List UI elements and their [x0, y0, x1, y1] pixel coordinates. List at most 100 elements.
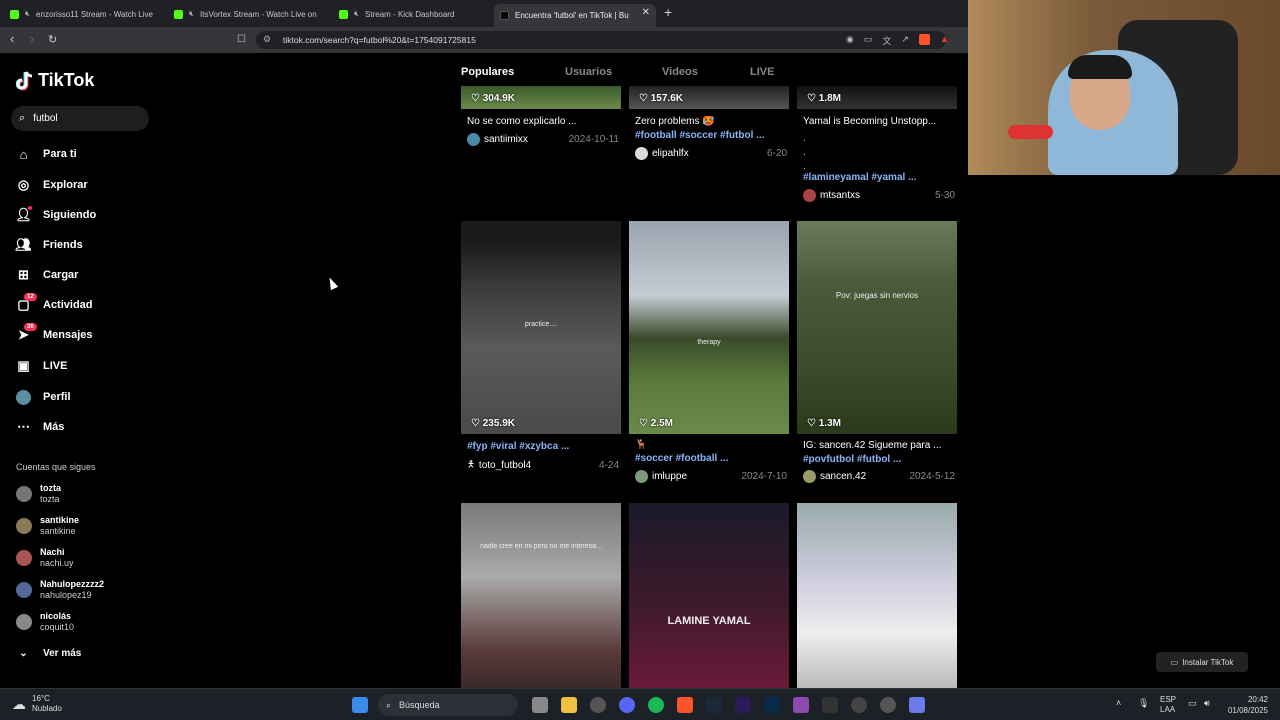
app-icon[interactable]	[590, 697, 606, 713]
sidebar-item-mas[interactable]: ⋯ Más	[16, 416, 156, 438]
app-icon[interactable]	[909, 697, 925, 713]
sidebar-item-actividad[interactable]: ▢ 12 Actividad	[16, 292, 156, 316]
video-author[interactable]: imluppe	[652, 471, 687, 482]
share-icon[interactable]: ↗	[901, 34, 909, 47]
app-icon[interactable]	[822, 697, 838, 713]
browser-tab-1[interactable]: 🔇︎ enzorisso11 Stream - Watch Live	[4, 4, 162, 24]
install-tiktok-button[interactable]: ▭ Instalar TikTok	[1156, 652, 1248, 672]
video-thumbnail[interactable]: LAMINE YAMAL	[629, 503, 789, 688]
see-more-button[interactable]: ⌄ Ver más	[16, 642, 156, 664]
video-card[interactable]: nadie cree en mi pero no me interesa...	[461, 503, 621, 688]
browser-tab-3[interactable]: 🔇︎ Stream - Kick Dashboard	[333, 4, 491, 24]
discord-icon[interactable]	[619, 697, 635, 713]
spotify-icon[interactable]	[648, 697, 664, 713]
sidebar-item-explorar[interactable]: ◎ Explorar	[16, 174, 156, 196]
video-hashtags[interactable]: #lamineyamal #yamal ...	[803, 172, 959, 183]
video-thumbnail[interactable]	[797, 503, 957, 688]
taskbar-search[interactable]: ⌕ Búsqueda	[378, 694, 518, 716]
video-author[interactable]: elipahlfx	[652, 148, 689, 159]
photoshop-icon[interactable]	[764, 697, 780, 713]
browser-tab-2[interactable]: 🔇︎ ItsVortex Stream - Watch Live on	[168, 4, 326, 24]
language-indicator[interactable]: ESP LAA	[1160, 695, 1176, 715]
following-account[interactable]: nicolás coquit10	[16, 609, 74, 635]
video-hashtags[interactable]: #football #soccer #futbol ...	[635, 130, 791, 141]
cast-icon[interactable]: ▭	[864, 34, 873, 47]
weather-widget[interactable]: ☁ 16°C Nublado	[12, 694, 62, 714]
avatar[interactable]	[803, 189, 816, 202]
video-author[interactable]: sancen.42	[820, 471, 866, 482]
video-caption[interactable]: 🦌	[635, 439, 791, 450]
video-caption[interactable]: Yamal is Becoming Unstopp...	[803, 116, 959, 127]
video-caption[interactable]: IG: sancen.42 Sigueme para ...	[803, 440, 959, 451]
sidebar-item-mensajes[interactable]: ➤ 36 Mensajes	[16, 322, 156, 346]
sidebar-item-friends[interactable]: 👥︎ Friends	[15, 234, 156, 256]
reload-icon[interactable]: ↻	[48, 33, 57, 46]
video-author[interactable]: santiimixx	[484, 134, 528, 145]
video-card[interactable]	[797, 503, 957, 688]
video-card[interactable]: ♡ 157.6K Zero problems 🥵 #football #socc…	[629, 86, 789, 206]
sidebar-item-para-ti[interactable]: ⌂ Para ti	[16, 143, 156, 165]
audio-icon[interactable]: ◉	[846, 34, 854, 47]
volume-icon[interactable]: 🔊︎	[1204, 698, 1210, 709]
video-thumbnail[interactable]: ♡ 157.6K	[629, 86, 789, 109]
tiktok-logo[interactable]: TikTok	[16, 70, 94, 91]
app-icon[interactable]	[851, 697, 867, 713]
video-thumbnail[interactable]: practice.... ♡ 235.9K	[461, 221, 621, 434]
forward-icon[interactable]: ›	[30, 31, 34, 46]
video-card[interactable]: practice.... ♡ 235.9K #fyp #viral #xzybc…	[461, 221, 621, 481]
sidebar-item-perfil[interactable]: Perfil	[16, 386, 156, 408]
url-field[interactable]: tiktok.com/search?q=futbol%20&t=17540917…	[256, 31, 946, 49]
browser-tab-4-active[interactable]: Encuentra 'futbol' en TikTok | Bu ✕	[494, 4, 656, 27]
app-icon[interactable]	[793, 697, 809, 713]
chevron-up-icon[interactable]: ˄	[1116, 698, 1121, 708]
video-card[interactable]: LAMINE YAMAL	[629, 503, 789, 688]
tab-usuarios[interactable]: Usuarios	[565, 66, 662, 86]
following-account[interactable]: Nachi nachi.uy	[16, 545, 74, 571]
windows-start-icon[interactable]	[352, 697, 368, 713]
following-account[interactable]: tozta tozta	[16, 481, 61, 507]
brave-shield-icon[interactable]	[918, 34, 930, 45]
network-icon[interactable]: ▭	[1188, 698, 1197, 709]
close-tab-icon[interactable]: ✕	[642, 7, 650, 18]
sidebar-item-live[interactable]: ▣ LIVE	[16, 355, 156, 377]
tab-live[interactable]: LIVE	[750, 66, 774, 86]
video-hashtags[interactable]: #fyp #viral #xzybca ...	[467, 441, 623, 452]
microphone-icon[interactable]: 🎙︎	[1138, 698, 1149, 709]
settings-icon[interactable]	[880, 697, 896, 713]
site-info-icon[interactable]: ⚙	[263, 34, 271, 45]
search-input[interactable]: ⌕ futbol	[11, 106, 149, 131]
file-explorer-icon[interactable]	[561, 697, 577, 713]
video-thumbnail[interactable]: ♡ 304.9K	[461, 86, 621, 109]
avatar[interactable]	[803, 470, 816, 483]
brave-rewards-icon[interactable]: ▲	[940, 34, 949, 47]
avatar[interactable]	[635, 147, 648, 160]
following-account[interactable]: santikine santikine	[16, 513, 79, 539]
video-caption[interactable]: Zero problems 🥵	[635, 116, 791, 127]
bookmark-icon[interactable]: ☐	[237, 34, 246, 45]
translate-icon[interactable]: 文	[882, 34, 891, 47]
video-author[interactable]: toto_futbol4	[479, 460, 531, 471]
tab-populares[interactable]: Populares	[461, 66, 565, 86]
video-card[interactable]: ♡ 304.9K No se como explicarlo ... santi…	[461, 86, 621, 206]
clock[interactable]: 20:42 01/08/2025	[1228, 694, 1268, 716]
video-thumbnail[interactable]: ♡ 1.8M	[797, 86, 957, 109]
brave-icon[interactable]	[677, 697, 693, 713]
following-account[interactable]: Nahulopezzzz2 nahulopez19	[16, 577, 104, 603]
video-thumbnail[interactable]: Pov: juegas sin nervios ♡ 1.3M	[797, 221, 957, 434]
video-author[interactable]: mtsantxs	[820, 190, 860, 201]
sidebar-item-cargar[interactable]: ⊞ Cargar	[16, 264, 156, 286]
video-card[interactable]: ♡ 1.8M Yamal is Becoming Unstopp... ... …	[797, 86, 957, 206]
avatar[interactable]	[467, 133, 480, 146]
video-hashtags[interactable]: #povfutbol #futbol ...	[803, 454, 959, 465]
back-icon[interactable]: ‹	[10, 31, 14, 46]
video-card[interactable]: Pov: juegas sin nervios ♡ 1.3M IG: sance…	[797, 221, 959, 483]
video-card[interactable]: therapy ♡ 2.5M 🦌 #soccer #football ... i…	[629, 221, 791, 483]
video-thumbnail[interactable]: nadie cree en mi pero no me interesa...	[461, 503, 621, 688]
tab-videos[interactable]: Videos	[662, 66, 750, 86]
video-thumbnail[interactable]: therapy ♡ 2.5M	[629, 221, 789, 434]
steam-icon[interactable]	[706, 697, 722, 713]
task-view-icon[interactable]	[532, 697, 548, 713]
video-hashtags[interactable]: #soccer #football ...	[635, 453, 791, 464]
premiere-icon[interactable]	[735, 697, 751, 713]
avatar[interactable]	[635, 470, 648, 483]
